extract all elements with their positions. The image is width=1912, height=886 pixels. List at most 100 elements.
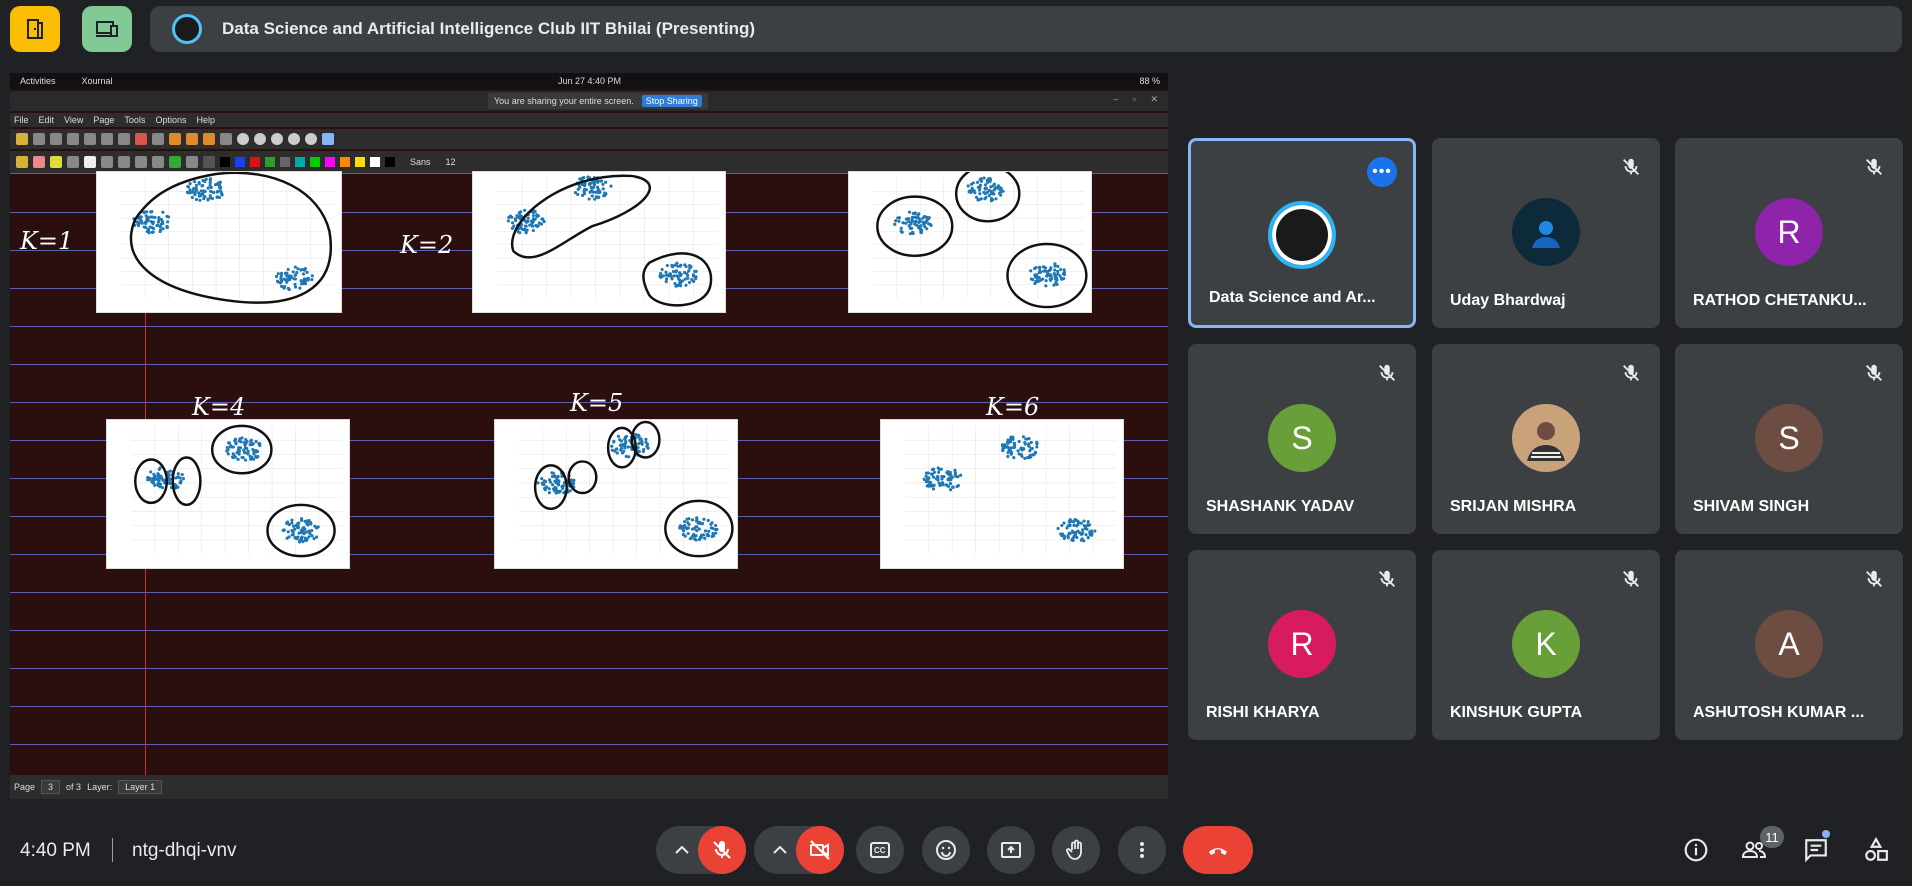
scatter-point: [152, 472, 156, 476]
captions-button[interactable]: CC: [856, 826, 904, 874]
scatter-point: [1069, 519, 1073, 523]
scatter-point: [151, 230, 155, 234]
next-page-icon: [203, 133, 215, 145]
participant-tile[interactable]: Uday Bhardwaj: [1432, 138, 1660, 328]
chat-button[interactable]: [1802, 836, 1830, 864]
scatter-point: [285, 280, 289, 284]
scatter-point: [144, 214, 148, 218]
scatter-point: [694, 534, 698, 538]
scatter-point: [1074, 531, 1078, 535]
scatter-point: [180, 472, 184, 477]
scatter-point: [557, 479, 561, 483]
participant-tile[interactable]: ••• Data Science and Ar...: [1188, 138, 1416, 328]
shapes-icon: [1865, 837, 1888, 861]
scatter-point: [686, 273, 690, 278]
scatter-point: [521, 227, 525, 232]
scatter-point: [595, 185, 600, 189]
companion-mode-button[interactable]: [10, 6, 60, 52]
scatter-point: [276, 272, 280, 276]
participant-tile[interactable]: K KINSHUK GUPTA: [1432, 550, 1660, 740]
scatter-point: [202, 197, 206, 201]
present-now-button[interactable]: [987, 826, 1035, 874]
scatter-point: [287, 274, 291, 278]
participant-tile[interactable]: R RATHOD CHETANKU...: [1675, 138, 1903, 328]
leave-call-button[interactable]: [1183, 826, 1253, 874]
participant-name: Data Science and Ar...: [1209, 289, 1376, 306]
scatter-point: [545, 485, 549, 489]
scatter-point: [542, 482, 546, 487]
scatter-point: [946, 470, 950, 474]
scatter-point: [683, 523, 687, 528]
scatter-point: [1052, 283, 1056, 287]
scatter-point: [1068, 524, 1072, 528]
participant-tile[interactable]: SRIJAN MISHRA: [1432, 344, 1660, 534]
more-options-button[interactable]: [1118, 826, 1166, 874]
scatter-point: [1023, 441, 1027, 445]
participant-tile[interactable]: A ASHUTOSH KUMAR ...: [1675, 550, 1903, 740]
scatter-point: [687, 263, 692, 268]
tool-icon: [118, 133, 130, 145]
club-logo-icon: [172, 14, 202, 44]
scatter-point: [533, 209, 537, 214]
camera-options-button[interactable]: [768, 838, 792, 867]
scatter-point: [551, 483, 555, 487]
tile-options-button[interactable]: •••: [1367, 157, 1397, 187]
scatter-point: [710, 521, 714, 525]
ruled-line: [10, 630, 1168, 631]
scatter-point: [951, 485, 955, 489]
meeting-details-button[interactable]: [1682, 836, 1710, 864]
page-label: Page: [14, 782, 36, 792]
scatter-point: [691, 273, 696, 277]
participant-tile[interactable]: R RISHI KHARYA: [1188, 550, 1416, 740]
scatter-point: [714, 531, 718, 535]
scatter-point: [1086, 535, 1090, 539]
fullscreen-icon: [322, 133, 334, 145]
scatter-point: [248, 454, 252, 458]
scatter-point: [698, 521, 702, 525]
scatter-point: [206, 197, 210, 201]
stop-sharing-button: Stop Sharing: [641, 95, 702, 107]
mic-toggle-button[interactable]: [698, 826, 746, 874]
font-size: 12: [445, 157, 456, 167]
scatter-point: [554, 481, 558, 485]
scatter-point: [926, 217, 930, 221]
scatter-point: [948, 482, 953, 486]
shared-screen: Activities Xournal Jun 27 4:40 PM 88 % Y…: [10, 73, 1168, 799]
scatter-point: [148, 477, 152, 482]
scatter-point: [306, 278, 310, 282]
menu-edit: Edit: [38, 115, 55, 125]
muted-mic-icon: [1620, 362, 1642, 384]
participant-name: SHASHANK YADAV: [1206, 498, 1355, 515]
scatter-point: [251, 447, 255, 452]
scatter-plot-k1-svg: [121, 172, 335, 304]
share-notice-pill: You are sharing your entire screen. Stop…: [488, 93, 708, 109]
handwritten-k1: K=1: [20, 227, 74, 255]
scatter-point: [165, 214, 169, 219]
raise-hand-button[interactable]: [1052, 826, 1100, 874]
camera-toggle-button[interactable]: [796, 826, 844, 874]
participant-tile[interactable]: S SHASHANK YADAV: [1188, 344, 1416, 534]
scatter-point: [1016, 449, 1020, 453]
participant-tile[interactable]: S SHIVAM SINGH: [1675, 344, 1903, 534]
scatter-point: [212, 190, 216, 195]
people-button[interactable]: [1740, 836, 1768, 864]
scatter-point: [937, 481, 941, 485]
muted-mic-icon: [1620, 156, 1642, 178]
scatter-point: [287, 535, 291, 539]
scatter-point: [554, 491, 558, 495]
scatter-point: [615, 451, 619, 455]
scatter-point: [899, 229, 903, 233]
scatter-point: [530, 224, 535, 228]
scatter-point: [166, 220, 170, 224]
reactions-button[interactable]: [922, 826, 970, 874]
scatter-point: [215, 195, 219, 199]
ruled-line: [10, 744, 1168, 745]
cast-layout-button[interactable]: [82, 6, 132, 52]
scatter-point: [1001, 189, 1005, 193]
scatter-point: [303, 538, 308, 542]
scatter-point: [677, 277, 681, 281]
scatter-point: [301, 526, 305, 530]
mic-options-button[interactable]: [670, 838, 694, 867]
scatter-point: [660, 267, 664, 272]
activities-button[interactable]: [1862, 836, 1890, 864]
